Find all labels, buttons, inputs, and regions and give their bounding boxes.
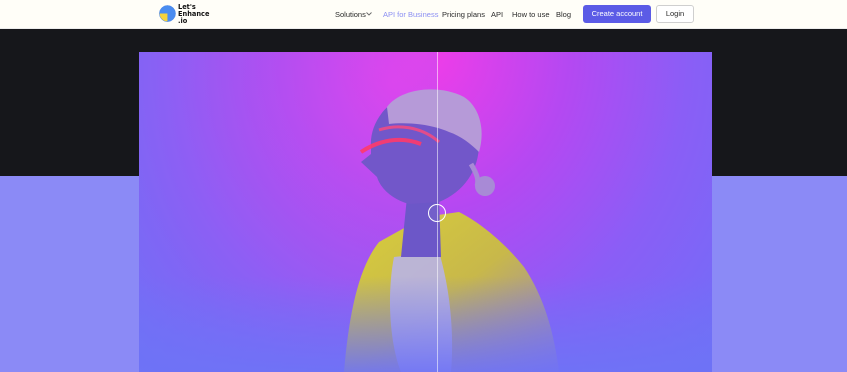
before-after-comparison[interactable] bbox=[139, 52, 712, 372]
portrait-image bbox=[139, 52, 712, 372]
nav-solutions[interactable]: Solutions bbox=[335, 10, 366, 19]
nav-pricing-plans[interactable]: Pricing plans bbox=[442, 10, 485, 19]
create-account-button[interactable]: Create account bbox=[583, 5, 651, 23]
nav-blog[interactable]: Blog bbox=[556, 10, 571, 19]
top-navigation-bar: Let's Enhance .io Solutions API for Busi… bbox=[0, 0, 847, 29]
nav-api[interactable]: API bbox=[491, 10, 503, 19]
nav-api-for-business[interactable]: API for Business bbox=[383, 10, 438, 19]
main-nav: Solutions API for Business Pricing plans… bbox=[0, 0, 847, 29]
chevron-down-icon[interactable] bbox=[366, 12, 372, 16]
nav-how-to-use[interactable]: How to use bbox=[512, 10, 550, 19]
login-button[interactable]: Login bbox=[656, 5, 694, 23]
comparison-slider-handle[interactable] bbox=[428, 204, 446, 222]
